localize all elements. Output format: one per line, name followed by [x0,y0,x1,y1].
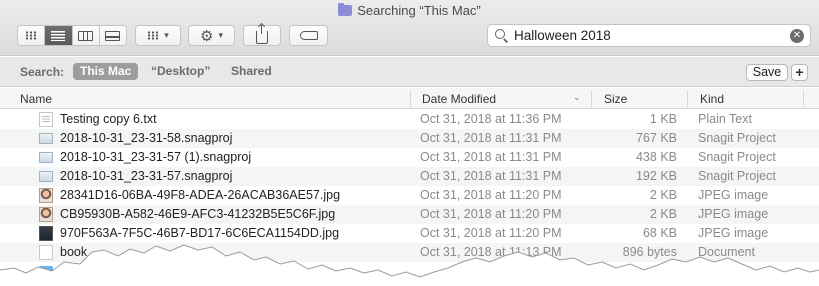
table-row[interactable]: 2018-10-31_23-31-57.snagproj Oct 31, 201… [0,167,819,186]
gallery-view-button[interactable] [100,26,126,45]
file-date: Oct 31, 2018 at 11:20 PM [420,207,562,221]
file-name: book [60,245,88,259]
file-name: 2018-10-31_23-31-57 (1).snagproj [60,150,252,164]
table-row[interactable]: 2018-10-31_23-31-58.snagproj Oct 31, 201… [0,129,819,148]
toolbar: Searching “This Mac” ▾ ⚙▾ ✕ [0,0,819,56]
file-date: Oct 31, 2018 at 11:36 PM [420,112,562,126]
column-view-button[interactable] [73,26,100,45]
window-title-text: Searching “This Mac” [357,3,481,18]
scope-label: Search: [20,65,65,79]
gallery-icon [105,30,121,41]
smart-folder-icon [338,3,353,16]
snagit-file-icon [39,152,53,163]
icon-view-button[interactable] [18,26,46,45]
gear-icon: ⚙ [200,27,214,45]
share-icon [256,24,268,44]
search-icon [495,29,505,39]
share-button[interactable] [243,24,281,46]
table-row[interactable] [0,262,819,281]
chevron-down-icon: ▾ [218,30,223,40]
tag-icon [299,31,318,40]
file-size: 1 KB [649,112,677,126]
table-row[interactable]: 28341D16-06BA-49F8-ADEA-26ACAB36AE57.jpg… [0,186,819,205]
file-size: 896 bytes [622,245,677,259]
file-name: 2018-10-31_23-31-57.snagproj [60,169,233,183]
tags-button[interactable] [289,25,328,46]
file-date: Oct 31, 2018 at 11:13 PM [420,245,562,259]
clear-icon[interactable]: ✕ [790,29,804,43]
file-name: 2018-10-31_23-31-58.snagproj [60,131,233,145]
file-kind: Snagit Project [698,150,776,164]
file-name: Testing copy 6.txt [60,112,157,126]
jpeg-dark-icon [39,226,53,241]
file-name: CB95930B-A582-46E9-AFC3-41232B5E5C6F.jpg [60,207,336,221]
list-view-button[interactable] [45,26,73,45]
file-kind: Snagit Project [698,169,776,183]
file-name: 970F563A-7F5C-46B7-BD17-6C6ECA1154DD.jpg [60,226,340,240]
file-size: 68 KB [642,226,677,240]
file-size: 192 KB [635,169,677,183]
file-name: 28341D16-06BA-49F8-ADEA-26ACAB36AE57.jpg [60,188,341,202]
scope-this-mac[interactable]: This Mac [73,63,139,80]
column-divider[interactable] [591,90,592,107]
group-grid-icon [147,31,160,40]
column-kind[interactable]: Kind [700,92,724,106]
file-size: 2 KB [649,207,677,221]
column-size[interactable]: Size [604,92,627,106]
save-search-button[interactable]: Save [746,64,788,81]
snagit-file-icon [39,133,53,144]
file-date: Oct 31, 2018 at 11:31 PM [420,150,562,164]
chevron-down-icon: ▾ [164,30,169,40]
file-kind: Snagit Project [698,131,776,145]
add-criteria-button[interactable]: + [791,64,808,81]
search-field[interactable]: ✕ [487,24,811,47]
table-row[interactable]: CB95930B-A582-46E9-AFC3-41232B5E5C6F.jpg… [0,205,819,224]
column-divider[interactable] [410,90,411,107]
search-input[interactable] [514,27,774,44]
scope-shared[interactable]: Shared [224,63,279,80]
view-mode-control [17,25,127,46]
column-divider[interactable] [687,90,688,107]
table-row[interactable]: book Oct 31, 2018 at 11:13 PM 896 bytes … [0,243,819,262]
sort-chevron-icon: ⌄ [573,92,581,102]
file-size: 438 KB [635,150,677,164]
snagit-file-icon [39,171,53,182]
column-name[interactable]: Name [20,92,52,106]
list-icon [51,30,66,41]
file-date: Oct 31, 2018 at 11:20 PM [420,226,562,240]
column-divider[interactable] [803,90,804,107]
file-kind: JPEG image [698,188,769,202]
file-size: 2 KB [649,188,677,202]
file-date: Oct 31, 2018 at 11:20 PM [420,188,562,202]
scope-desktop[interactable]: “Desktop” [144,63,217,80]
file-kind: JPEG image [698,207,769,221]
folder-icon [39,266,53,278]
file-kind: JPEG image [698,226,769,240]
table-row[interactable]: 2018-10-31_23-31-57 (1).snagproj Oct 31,… [0,148,819,167]
action-button[interactable]: ⚙ ▾ [188,25,235,46]
document-icon [39,245,53,260]
group-button[interactable]: ▾ [135,25,181,46]
finder-window: Searching “This Mac” ▾ ⚙▾ ✕ Search: This… [0,0,819,286]
jpeg-portrait-icon [39,207,53,222]
file-list: Testing copy 6.txt Oct 31, 2018 at 11:36… [0,110,819,281]
grid-icon [25,31,38,40]
file-kind: Plain Text [698,112,752,126]
column-date-modified[interactable]: Date Modified [422,92,496,106]
table-row[interactable]: 970F563A-7F5C-46B7-BD17-6C6ECA1154DD.jpg… [0,224,819,243]
text-file-icon [39,112,53,127]
table-row[interactable]: Testing copy 6.txt Oct 31, 2018 at 11:36… [0,110,819,129]
file-date: Oct 31, 2018 at 11:31 PM [420,169,562,183]
columns-icon [78,30,94,41]
window-title: Searching “This Mac” [0,3,819,18]
file-date: Oct 31, 2018 at 11:31 PM [420,131,562,145]
jpeg-portrait-icon [39,188,53,203]
search-scope-bar: Search: This Mac “Desktop” Shared Save + [0,57,819,87]
column-header: Name Date Modified ⌄ Size Kind [0,88,819,109]
file-kind: Document [698,245,755,259]
file-size: 767 KB [635,131,677,145]
